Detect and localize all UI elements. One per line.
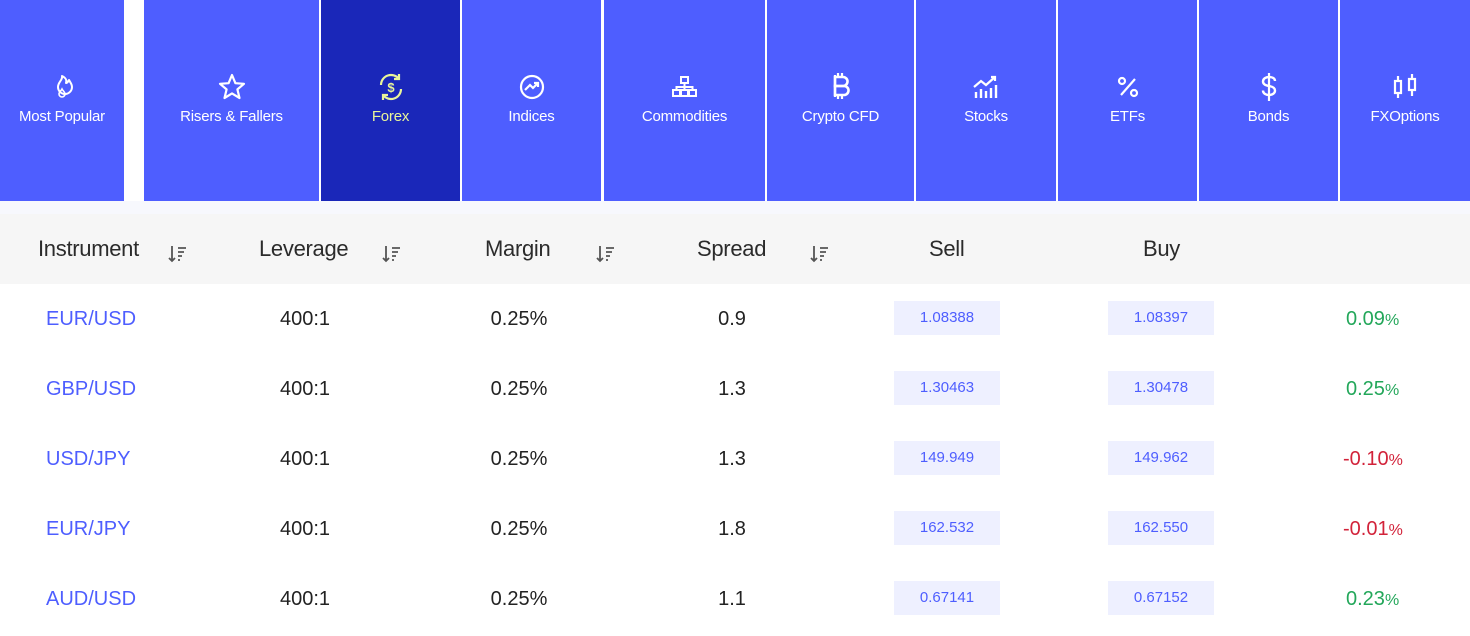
percent-sign: % bbox=[1388, 452, 1403, 469]
change-percent: 0.25% bbox=[1346, 354, 1399, 424]
buy-price-button[interactable]: 149.962 bbox=[1108, 441, 1214, 475]
leverage-value: 400:1 bbox=[279, 588, 331, 610]
spread-value: 1.3 bbox=[718, 448, 746, 470]
leverage-value: 400:1 bbox=[279, 378, 331, 400]
percent-icon bbox=[1113, 72, 1143, 102]
tab-label: Indices bbox=[508, 108, 555, 125]
currency-exchange-icon: $ bbox=[376, 72, 406, 102]
tab-most-popular[interactable]: Most Popular bbox=[0, 0, 124, 201]
header-margin: Margin bbox=[485, 236, 551, 261]
table-row[interactable]: AUD/USD 400:1 0.25% 1.1 0.67141 0.67152 … bbox=[0, 564, 1470, 634]
tab-commodities[interactable]: Commodities bbox=[604, 0, 765, 201]
buy-price-button[interactable]: 0.67152 bbox=[1108, 581, 1214, 615]
instrument-link[interactable]: EUR/JPY bbox=[46, 494, 130, 564]
tab-bonds[interactable]: Bonds bbox=[1199, 0, 1338, 201]
change-value: 0.23 bbox=[1346, 588, 1385, 610]
tab-label: Crypto CFD bbox=[801, 108, 880, 125]
table-row[interactable]: GBP/USD 400:1 0.25% 1.3 1.30463 1.30478 … bbox=[0, 354, 1470, 425]
header-sell: Sell bbox=[929, 236, 965, 261]
leverage-value: 400:1 bbox=[279, 308, 331, 330]
percent-sign: % bbox=[1384, 312, 1400, 329]
leverage-value: 400:1 bbox=[279, 518, 331, 540]
tab-indices[interactable]: Indices bbox=[462, 0, 601, 201]
tab-stocks[interactable]: Stocks bbox=[916, 0, 1056, 201]
margin-value: 0.25% bbox=[490, 448, 548, 470]
table-row[interactable]: EUR/USD 400:1 0.25% 0.9 1.08388 1.08397 … bbox=[0, 284, 1470, 355]
bitcoin-icon bbox=[826, 72, 856, 102]
fire-icon bbox=[47, 72, 77, 102]
change-percent: -0.01% bbox=[1343, 494, 1403, 564]
stock-chart-icon bbox=[971, 72, 1001, 102]
tab-label: FXOptions bbox=[1370, 108, 1440, 125]
table-header: Instrument Leverage Margin Spread Sell B… bbox=[0, 214, 1470, 284]
table-row[interactable]: EUR/JPY 400:1 0.25% 1.8 162.532 162.550 … bbox=[0, 494, 1470, 565]
leverage-value: 400:1 bbox=[279, 448, 331, 470]
tab-label: Forex bbox=[371, 108, 410, 125]
tab-label: Risers & Fallers bbox=[180, 108, 283, 125]
table-row[interactable]: USD/JPY 400:1 0.25% 1.3 149.949 149.962 … bbox=[0, 424, 1470, 495]
candlestick-icon bbox=[1390, 72, 1420, 102]
tab-risers-fallers[interactable]: Risers & Fallers bbox=[144, 0, 319, 201]
sort-icon[interactable] bbox=[810, 244, 830, 264]
instrument-link[interactable]: EUR/USD bbox=[46, 284, 136, 354]
tab-label: ETFs bbox=[1109, 108, 1146, 125]
decorative-band bbox=[0, 201, 1470, 214]
percent-sign: % bbox=[1384, 592, 1400, 609]
instrument-link[interactable]: USD/JPY bbox=[46, 424, 130, 494]
spread-value: 1.3 bbox=[718, 378, 746, 400]
spread-value: 1.8 bbox=[718, 518, 746, 540]
dollar-icon bbox=[1254, 72, 1284, 102]
change-value: 0.25 bbox=[1346, 378, 1385, 400]
change-percent: 0.09% bbox=[1346, 284, 1399, 354]
buy-price-button[interactable]: 162.550 bbox=[1108, 511, 1214, 545]
sell-price-button[interactable]: 0.67141 bbox=[894, 581, 1000, 615]
category-tabs: Most Popular Risers & Fallers $ Forex In… bbox=[0, 0, 1470, 201]
sort-icon[interactable] bbox=[596, 244, 616, 264]
sell-price-button[interactable]: 162.532 bbox=[894, 511, 1000, 545]
margin-value: 0.25% bbox=[490, 518, 548, 540]
header-instrument: Instrument bbox=[38, 236, 139, 261]
change-percent: 0.23% bbox=[1346, 564, 1399, 634]
boxes-icon bbox=[670, 72, 700, 102]
tab-fxoptions[interactable]: FXOptions bbox=[1340, 0, 1470, 201]
header-spread: Spread bbox=[697, 236, 767, 261]
star-icon bbox=[217, 72, 247, 102]
tab-etfs[interactable]: ETFs bbox=[1058, 0, 1197, 201]
change-value: -0.01 bbox=[1343, 518, 1389, 540]
svg-text:$: $ bbox=[387, 80, 395, 95]
buy-price-button[interactable]: 1.08397 bbox=[1108, 301, 1214, 335]
tab-label: Most Popular bbox=[19, 108, 105, 125]
sell-price-button[interactable]: 1.08388 bbox=[894, 301, 1000, 335]
buy-price-button[interactable]: 1.30478 bbox=[1108, 371, 1214, 405]
margin-value: 0.25% bbox=[490, 378, 548, 400]
margin-value: 0.25% bbox=[490, 308, 548, 330]
trending-up-icon bbox=[517, 72, 547, 102]
header-buy: Buy bbox=[1143, 236, 1181, 261]
change-value: -0.10 bbox=[1343, 448, 1389, 470]
margin-value: 0.25% bbox=[490, 588, 548, 610]
sort-icon[interactable] bbox=[382, 244, 402, 264]
instrument-link[interactable]: GBP/USD bbox=[46, 354, 136, 424]
tab-label: Stocks bbox=[964, 108, 1008, 125]
percent-sign: % bbox=[1384, 382, 1400, 399]
sell-price-button[interactable]: 149.949 bbox=[894, 441, 1000, 475]
sell-price-button[interactable]: 1.30463 bbox=[894, 371, 1000, 405]
percent-sign: % bbox=[1388, 522, 1403, 539]
tab-crypto-cfd[interactable]: Crypto CFD bbox=[767, 0, 914, 201]
header-leverage: Leverage bbox=[259, 236, 349, 261]
tab-label: Commodities bbox=[641, 108, 728, 125]
change-percent: -0.10% bbox=[1343, 424, 1403, 494]
sort-icon[interactable] bbox=[168, 244, 188, 264]
tab-label: Bonds bbox=[1247, 108, 1290, 125]
change-value: 0.09 bbox=[1346, 308, 1385, 330]
instrument-link[interactable]: AUD/USD bbox=[46, 564, 136, 634]
tab-forex[interactable]: $ Forex bbox=[321, 0, 460, 201]
spread-value: 0.9 bbox=[718, 308, 746, 330]
spread-value: 1.1 bbox=[718, 588, 746, 610]
